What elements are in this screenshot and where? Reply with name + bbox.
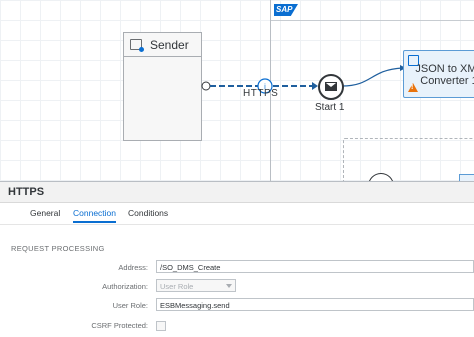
panel-title: HTTPS [8, 186, 45, 198]
tab-general[interactable]: General [30, 208, 60, 218]
authorization-placeholder: User Role [160, 282, 194, 291]
tab-bar: General Connection Conditions [0, 202, 474, 224]
address-label: Address: [118, 263, 148, 272]
subprocess-container[interactable] [343, 138, 474, 181]
envelope-icon [325, 82, 337, 91]
converter-label-line2: Converter 1 [420, 75, 474, 87]
task-shape[interactable] [459, 174, 474, 181]
start-event-label: Start 1 [315, 102, 345, 113]
chevron-down-icon [226, 284, 232, 288]
connection-start-port[interactable] [201, 81, 211, 91]
user-role-input[interactable]: ESBMessaging.send [156, 298, 474, 311]
address-input[interactable]: /SO_DMS_Create [156, 260, 474, 273]
converter-label: JSON to XML Converter 1 [414, 63, 474, 87]
panel-header: HTTPS [0, 182, 474, 203]
json-to-xml-converter-step[interactable]: JSON to XML Converter 1 [403, 50, 474, 98]
tab-separator [0, 224, 474, 225]
properties-panel: HTTPS General Connection Conditions REQU… [0, 181, 474, 337]
authorization-select[interactable]: User Role [156, 279, 236, 292]
warning-icon [408, 83, 418, 92]
tab-connection[interactable]: Connection [73, 208, 117, 223]
connection-label: HTTPS [243, 88, 279, 99]
section-title: REQUEST PROCESSING [11, 244, 105, 253]
tab-conditions[interactable]: Conditions [128, 208, 168, 218]
converter-label-line1: JSON to XML [415, 63, 474, 75]
csrf-label: CSRF Protected: [91, 321, 148, 330]
csrf-checkbox[interactable] [156, 321, 166, 331]
authorization-label: Authorization: [102, 282, 148, 291]
user-role-label: User Role: [112, 301, 148, 310]
start-event[interactable] [318, 74, 344, 100]
sequence-flow-line[interactable] [341, 67, 403, 87]
integration-flow-canvas[interactable]: SAP Sender i HTTPS Start 1 JSON to XML C… [0, 0, 474, 181]
